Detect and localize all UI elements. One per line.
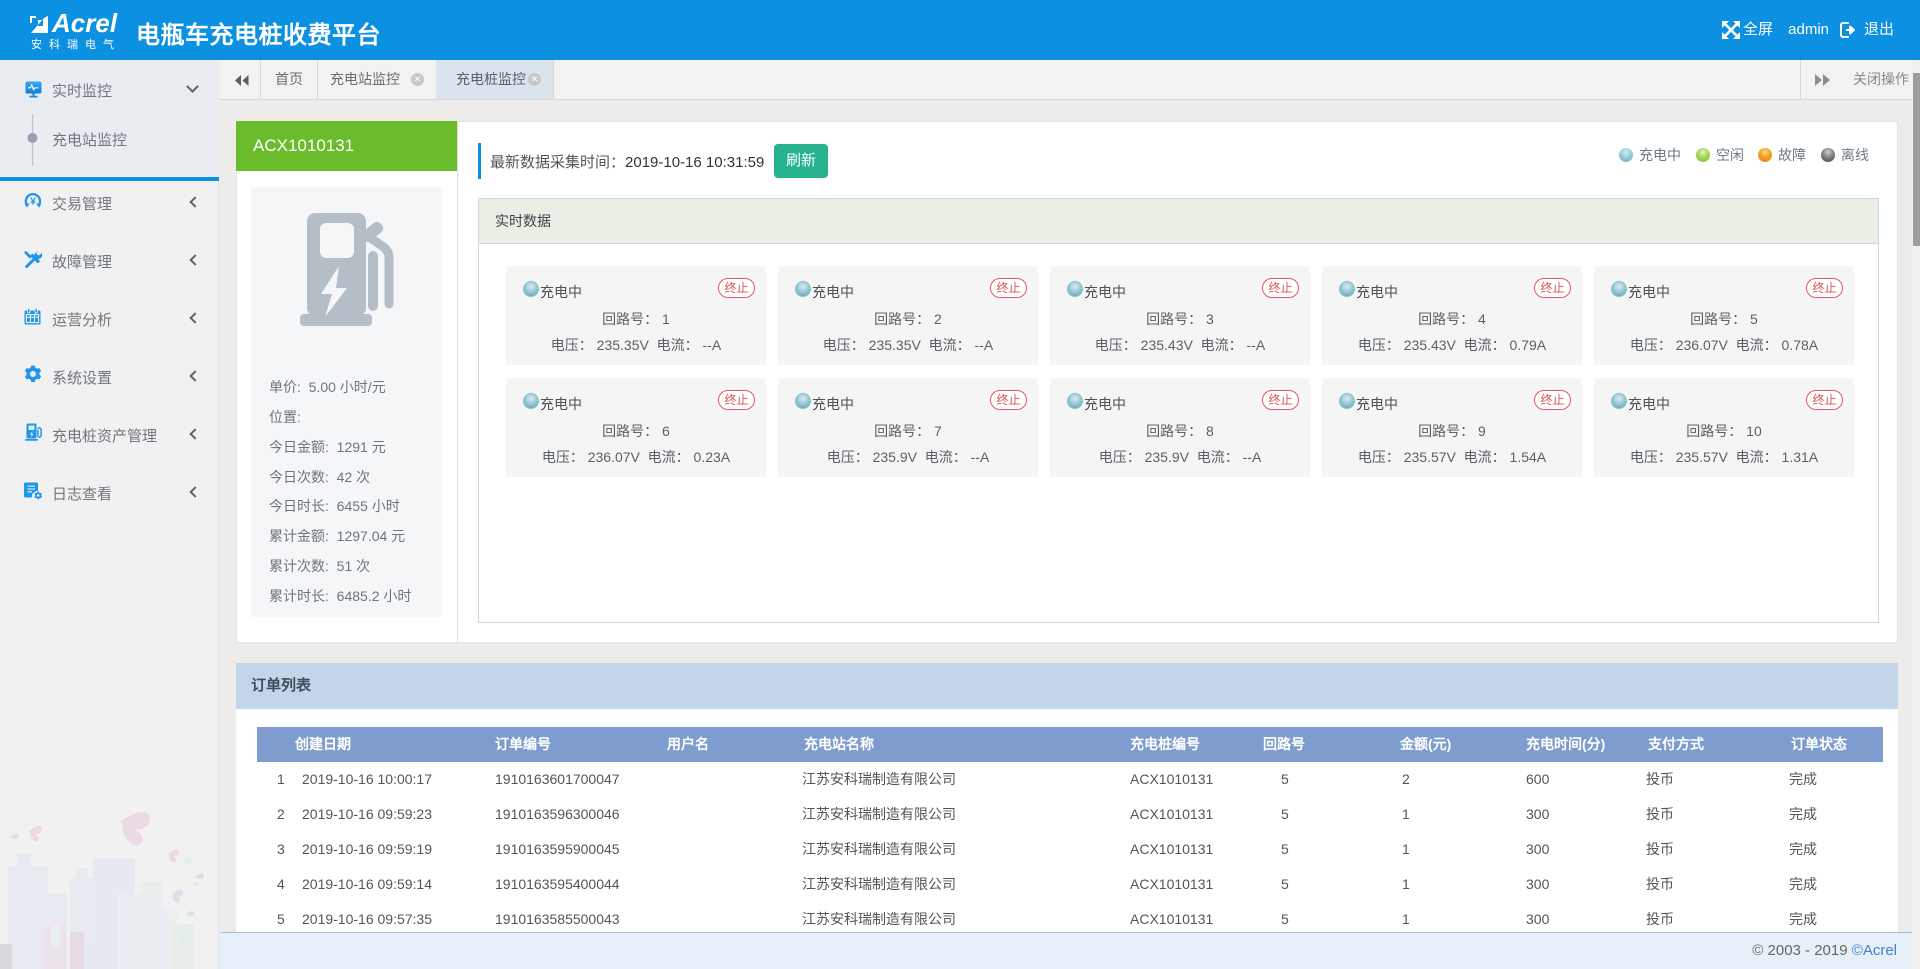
svg-text:¥: ¥ xyxy=(30,196,36,208)
